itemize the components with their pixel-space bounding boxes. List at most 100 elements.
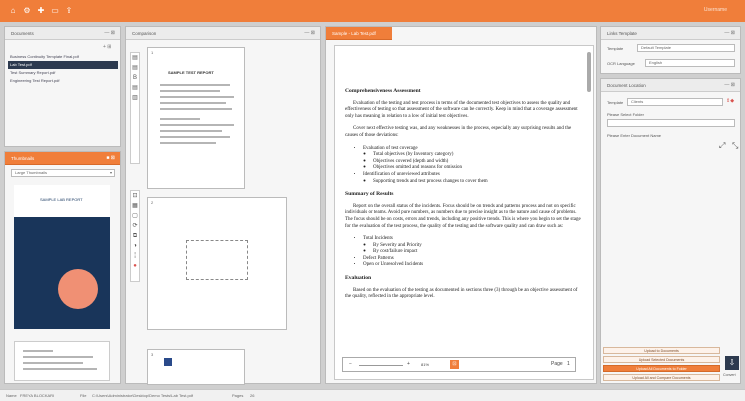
thumbnails-panel-title: Thumbnails	[11, 156, 35, 161]
comparison-page-3[interactable]: 3	[147, 349, 245, 385]
status-bar: Name FREYA BLOCKARI File C:\Users\Admini…	[0, 389, 745, 401]
document-page: Comprehensiveness Assessment Evaluation …	[334, 45, 594, 380]
bullet-list: Total Incidents By Severity and Priority…	[363, 236, 583, 269]
documents-panel-controls[interactable]: — ⊠	[104, 30, 115, 36]
page-input[interactable]: 1	[567, 361, 570, 367]
scanned-table	[186, 240, 248, 280]
comparison-toolbar-bottom: ⊡ ▦ ▢ ⟳ ⧉ ◑ ╎ ●	[130, 190, 140, 282]
zoom-in-button[interactable]: +	[407, 361, 410, 367]
settings-panel-header: Links Template — ⊠	[601, 27, 740, 40]
upload-all-compare-button[interactable]: Upload All and Compare Documents	[603, 374, 720, 381]
zoom-slider[interactable]	[359, 365, 403, 366]
location-template-value: Clients	[631, 99, 644, 104]
record-icon[interactable]: ●	[131, 261, 139, 271]
template-select-value: Default Template	[641, 45, 671, 50]
upload-all-to-folder-button[interactable]: Upload All Documents to Folder	[603, 365, 720, 372]
document-view-tab[interactable]: Sample - Lab Test.pdf	[326, 27, 392, 40]
cover-title: SAMPLE LAB REPORT	[40, 197, 83, 202]
title-bar: ⌂ ⚙ ✚ ▭ ⇪ Username	[0, 0, 745, 22]
comparison-page-2[interactable]: 2	[147, 197, 287, 330]
location-template-select[interactable]: Clients	[627, 98, 723, 106]
comparison-panel-header: Comparison — ⊠	[126, 27, 320, 40]
zoom-out-button[interactable]: −	[349, 361, 352, 367]
convert-label: Convert	[723, 373, 736, 377]
thumbnails-panel-controls[interactable]: ■ ⊠	[106, 155, 115, 161]
home-icon[interactable]: ⌂	[8, 6, 18, 16]
shapes-icon[interactable]: ⧉	[131, 231, 139, 241]
comparison-page-1[interactable]: 1 SAMPLE TEST REPORT	[147, 47, 245, 189]
location-template-label: Template	[607, 100, 624, 105]
document-item[interactable]: Business Continuity Template Final.pdf	[8, 53, 118, 61]
fit-icon[interactable]: ⊡	[450, 360, 459, 369]
convert-button[interactable]: ⇩	[725, 356, 739, 370]
contrast-icon[interactable]: ◑	[131, 241, 139, 251]
thumbnail-size-select[interactable]: Large Thumbnails ▾	[11, 169, 115, 177]
bullet-item: Evaluation of test coverage	[363, 145, 418, 151]
location-panel: Document Location — ⊠ Template Clients ⇕…	[600, 78, 741, 384]
user-label[interactable]: Username	[704, 7, 727, 13]
section-heading: Summary of Results	[345, 191, 394, 198]
bullet-item: Total Incidents	[363, 236, 393, 242]
chevron-down-icon: ▾	[109, 170, 112, 175]
sub-bullet-item: Supporting trends and test process chang…	[373, 179, 583, 186]
sub-bullet-item: By Severity and Priority	[373, 243, 583, 250]
document-item[interactable]: Test Summary Report.pdf	[8, 69, 118, 77]
documents-panel-header: Documents — ⊠	[5, 27, 120, 40]
frame-icon[interactable]: ▢	[131, 211, 139, 221]
paragraph: Cover next effective testing was, and an…	[345, 126, 572, 138]
ocr-language-label: OCR Language	[607, 61, 635, 66]
zoom-toolbar: − + 81% ⊡ Page 1	[342, 357, 576, 372]
stepper-icon[interactable]: ⇕◆	[726, 98, 734, 104]
rotate-icon[interactable]: ⟳	[131, 221, 139, 231]
status-pages-value: 26	[250, 393, 255, 398]
add-document-icon[interactable]: + ⊞	[103, 44, 112, 50]
thumbnail-page-2[interactable]	[14, 341, 110, 381]
export-icon[interactable]: ⇪	[64, 6, 74, 16]
thumbnail-size-value: Large Thumbnails	[15, 170, 47, 175]
comparison-panel-controls[interactable]: — ⊠	[304, 30, 315, 36]
status-name-value: FREYA BLOCKARI	[20, 393, 55, 398]
cover-illustration	[58, 269, 98, 309]
location-panel-header: Document Location — ⊠	[601, 79, 740, 92]
collapse-icon[interactable]: ⤡	[732, 141, 738, 151]
grid-icon[interactable]: ▦	[131, 201, 139, 211]
location-panel-controls[interactable]: — ⊠	[724, 82, 735, 88]
page-icon[interactable]: ▥	[131, 93, 139, 103]
vertical-scrollbar[interactable]	[587, 52, 591, 92]
page-icon[interactable]: ▤	[131, 63, 139, 73]
template-select[interactable]: Default Template	[637, 44, 735, 52]
status-pages-label: Pages	[232, 393, 244, 398]
gear-icon[interactable]: ⚙	[22, 6, 32, 16]
sub-bullet-item: By cost/failure impact	[373, 249, 583, 256]
bullet-item: Defect Patterns	[363, 256, 583, 263]
page-icon[interactable]: ▤	[131, 83, 139, 93]
marker-icon[interactable]: ╎	[131, 251, 139, 261]
upload-selected-button[interactable]: Upload Selected Documents	[603, 356, 720, 363]
status-file-value: C:\Users\Administrator\Desktop\Demo Test…	[92, 393, 194, 398]
status-file-label: File	[80, 393, 87, 398]
paragraph: Report on the overall status of the inci…	[345, 203, 581, 229]
add-user-icon[interactable]: ✚	[36, 6, 46, 16]
select-icon[interactable]: ⊡	[131, 191, 139, 201]
section-heading: Evaluation	[345, 275, 372, 282]
sub-bullet-item: Total objectives (by Inventory category)	[373, 152, 583, 159]
comparison-panel-title: Comparison	[132, 31, 157, 36]
zoom-value[interactable]: 81%	[421, 362, 429, 367]
document-name-label: Please Enter Document Name	[607, 133, 662, 138]
documents-panel-title: Documents	[11, 31, 34, 36]
thumbnail-page-1[interactable]: SAMPLE LAB REPORT	[14, 185, 110, 329]
document-item[interactable]: Engineering Test Report.pdf	[8, 77, 118, 85]
folder-icon[interactable]: ▭	[50, 6, 60, 16]
settings-panel-controls[interactable]: — ⊠	[724, 30, 735, 36]
template-label: Template	[607, 46, 624, 51]
document-item-selected[interactable]: Lab Test.pdf	[8, 61, 118, 69]
folder-select[interactable]	[607, 119, 735, 127]
bold-icon[interactable]: B	[131, 73, 139, 83]
page-number: 1	[151, 50, 154, 55]
upload-to-documents-button[interactable]: Upload to Documents	[603, 347, 720, 354]
expand-icon[interactable]: ⤢	[719, 141, 725, 151]
cover-header: SAMPLE LAB REPORT	[14, 185, 110, 217]
ocr-language-select[interactable]: English	[645, 59, 735, 67]
page-icon[interactable]: ▤	[131, 53, 139, 63]
settings-panel: Links Template — ⊠ Template Default Temp…	[600, 26, 741, 74]
